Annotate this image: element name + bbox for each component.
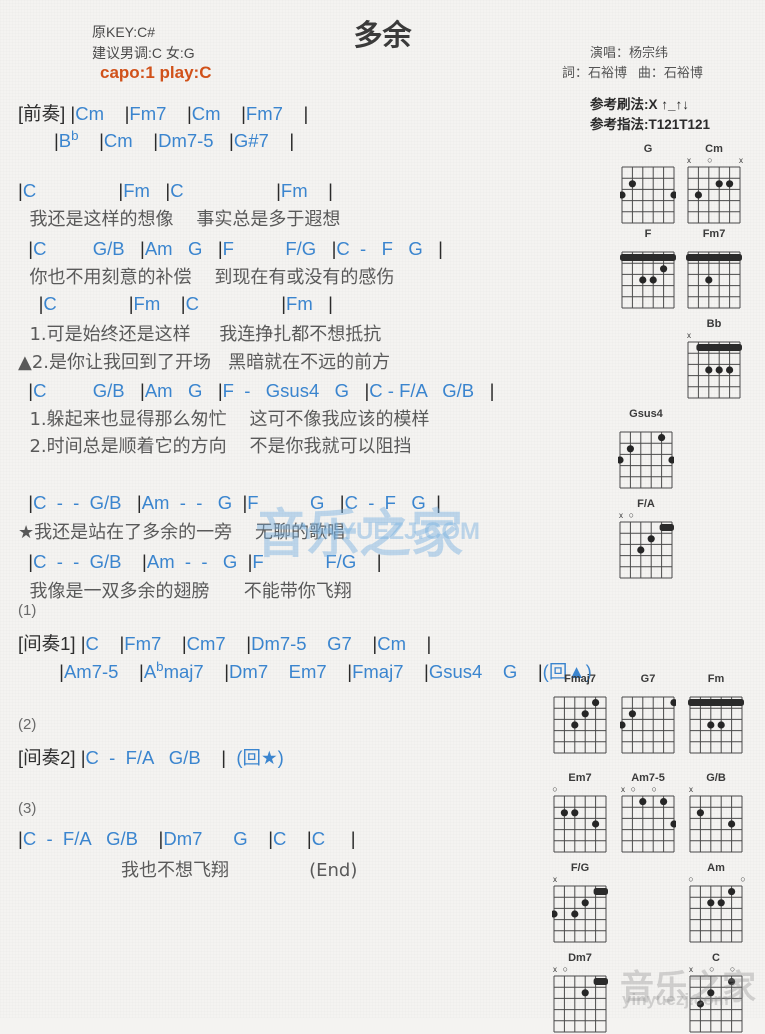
chord-diagram-cm: Cm x ○ x <box>686 143 743 225</box>
fretboard-grid <box>552 885 608 943</box>
section-number: (3) <box>18 800 37 817</box>
lyric-line-chorus-3: 我像是一双多余的翅膀 不能带你飞翔 <box>18 581 352 602</box>
string-markers: ○ ○ <box>688 874 746 884</box>
chord-diagram-name: Dm7 <box>568 952 592 964</box>
fretboard-grid <box>553 795 607 853</box>
chord-diagram-fmaj7: Fmaj7 <box>552 673 608 755</box>
string-markers: x ○ <box>619 510 635 520</box>
fretboard-grid <box>688 696 744 754</box>
chord-line-intro-1: |Bb |Cm |Dm7-5 |G#7 | <box>53 128 295 152</box>
chord-line-verse1-4: |C |Fm |C |Fm | <box>38 293 333 314</box>
chord-diagram-g: G <box>620 143 676 225</box>
chord-diagram-fm7: Fm7 <box>686 228 742 310</box>
chord-line-interlude1-0: [间奏1] |C |Fm7 |Cm7 |Dm7-5 G7 |Cm | <box>18 633 432 654</box>
fretboard-grid <box>621 795 676 853</box>
chord-line-verse1-0: |C |Fm |C |Fm | <box>18 180 333 201</box>
string-markers: x ○ <box>553 964 569 974</box>
fretboard-grid <box>689 795 743 853</box>
chord-diagram-f-g: F/G x <box>552 862 608 944</box>
chord-diagram-name: F/G <box>570 862 590 874</box>
chord-line-verse1-2: |C G/B |Am G |F F/G |C - F G | <box>28 238 443 259</box>
chord-diagram-am7-5: Am7-5 x ○ ○ <box>620 772 676 854</box>
capo-label: capo:1 play:C <box>100 63 212 82</box>
fretboard-grid <box>618 431 674 489</box>
chord-line-interlude2-0: [间奏2] |C - F/A G/B | (回★) <box>18 747 284 768</box>
lyric-line-verse1-5: 1.可是始终还是这样 我连挣扎都不想抵抗 <box>18 324 382 345</box>
chord-diagram-dm7: Dm7 x ○ <box>552 952 608 1034</box>
string-markers <box>686 241 742 250</box>
string-markers: x ○ x <box>687 155 743 165</box>
string-markers: x <box>687 331 691 340</box>
lyric-line-verse1-6: ▲2.是你让我回到了开场 黑暗就在不远的前方 <box>18 352 391 373</box>
chord-diagram-name: Gsus4 <box>629 408 663 420</box>
chord-diagram-name: G/B <box>706 772 726 784</box>
fretboard-grid <box>620 166 676 224</box>
fretboard-grid <box>620 251 676 309</box>
lyric-line-verse1-3: 你也不用刻意的补偿 到现在有或没有的感伤 <box>18 267 395 288</box>
string-markers <box>552 686 608 695</box>
fretboard-grid <box>689 885 743 943</box>
string-markers <box>618 421 674 430</box>
chord-diagram-name: F/A <box>637 498 655 510</box>
singer-label: 演唱：杨宗纬 <box>590 45 669 60</box>
chord-line-intro-0: [前奏] |Cm |Fm7 |Cm |Fm7 | <box>18 103 309 124</box>
fretboard-grid <box>619 521 674 579</box>
fretboard-grid <box>686 251 742 309</box>
original-key-label: 原KEY:C# <box>92 24 156 40</box>
chord-diagram-name: Bb <box>706 318 722 330</box>
fretboard-grid <box>553 975 608 1033</box>
chord-diagram-name: Cm <box>705 143 723 155</box>
chord-diagram-name: Fm <box>707 673 725 685</box>
chord-diagram-am: Am ○ ○ <box>688 862 746 944</box>
chord-diagram-f-a: F/A x ○ <box>618 498 674 580</box>
chord-diagram-name: F <box>644 228 652 240</box>
fretboard-grid <box>687 166 741 224</box>
strum-pattern-label: 参考刷法:X ↑_↑↓ <box>590 97 690 112</box>
chord-line-ending-0: |C - F/A G/B |Dm7 G |C |C | <box>18 828 356 849</box>
lyric-line-verse1-8: 1.躲起来也显得那么匆忙 这可不像我应该的模样 <box>18 409 430 430</box>
chord-diagram-fm: Fm <box>688 673 744 755</box>
chord-diagram-name: Em7 <box>568 772 592 784</box>
string-markers: x <box>689 785 693 794</box>
chord-diagram-name: Fm7 <box>702 228 726 240</box>
suggested-key-label: 建议男调:C 女:G <box>92 45 195 61</box>
string-markers: x <box>553 875 557 884</box>
string-markers <box>620 241 676 250</box>
lyric-line-verse1-9: 2.时间总是顺着它的方向 不是你我就可以阻挡 <box>18 436 412 457</box>
chord-diagram-bb: Bb x <box>686 318 742 400</box>
chord-diagram-g-b: G/B x <box>688 772 744 854</box>
watermark-text: yinyuezj.com <box>622 990 729 1009</box>
chord-diagram-name: Am7-5 <box>631 772 665 784</box>
lyric-line-ending-1: 我也不想飞翔 (End) <box>18 860 358 881</box>
string-markers: x ○ ○ <box>621 784 657 794</box>
writer-composer-label: 詞：石裕博 曲：石裕博 <box>562 65 703 80</box>
chord-diagram-g7: G7 <box>620 673 676 755</box>
watermark-text: YINYUEZJ.COM <box>300 518 481 545</box>
chord-diagram-name: G <box>643 143 653 155</box>
string-markers <box>620 686 676 695</box>
string-markers <box>620 156 676 165</box>
section-number: (1) <box>18 602 37 619</box>
chord-diagram-em7: Em7 ○ <box>552 772 608 854</box>
fretboard-grid <box>620 696 676 754</box>
chord-line-interlude1-1: |Am7-5 |Abmaj7 |Dm7 Em7 |Fmaj7 |Gsus4 G … <box>59 658 592 682</box>
chord-line-verse1-7: |C G/B |Am G |F - Gsus4 G |C - F/A G/B | <box>28 380 495 401</box>
section-number: (2) <box>18 716 37 733</box>
string-markers <box>688 686 744 695</box>
chord-diagram-name: Am <box>707 862 725 874</box>
chord-diagram-name: Fmaj7 <box>564 673 596 685</box>
fingerstyle-pattern-label: 参考指法:T121T121 <box>590 117 711 132</box>
chord-diagram-f: F <box>620 228 676 310</box>
chord-diagram-gsus4: Gsus4 <box>618 408 674 490</box>
chord-diagram-name: G7 <box>640 673 656 685</box>
fretboard-grid <box>553 696 607 754</box>
lyric-line-verse1-1: 我还是这样的想像 事实总是多于遐想 <box>18 209 341 230</box>
fretboard-grid <box>687 341 742 399</box>
string-markers: ○ <box>552 784 558 794</box>
